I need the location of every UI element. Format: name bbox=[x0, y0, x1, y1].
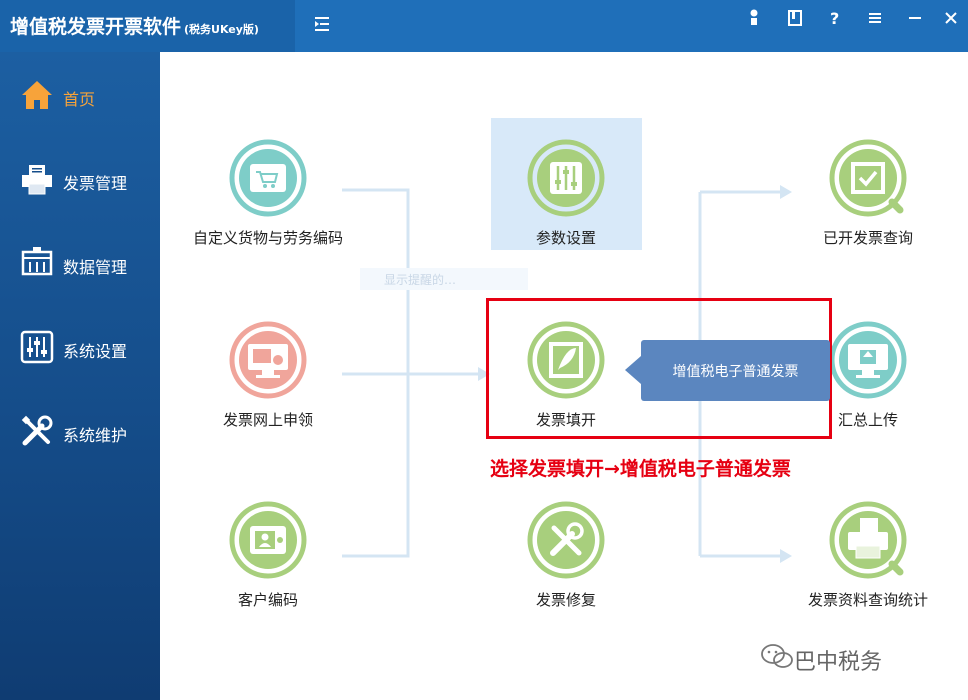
function-label: 参数设置 bbox=[535, 229, 596, 247]
function-label: 已开发票查询 bbox=[822, 229, 913, 247]
instruction-text: 选择发票填开→增值税电子普通发票 bbox=[490, 458, 791, 480]
function-label: 发票网上申领 bbox=[222, 411, 313, 429]
monitor-invoice-icon bbox=[229, 321, 307, 399]
monitor-upload-icon bbox=[829, 321, 907, 399]
sidebar-item-label: 首页 bbox=[63, 90, 96, 109]
sidebar-item-system-maintenance[interactable]: 系统维护 bbox=[0, 402, 160, 462]
home-icon bbox=[22, 81, 52, 109]
tools-icon bbox=[21, 415, 53, 446]
minimize-icon[interactable] bbox=[904, 7, 926, 29]
title-bar: 增值税发票开票软件 (税务UKey版) ? bbox=[0, 0, 968, 52]
svg-text:?: ? bbox=[830, 9, 839, 28]
main-dashboard: 显示提醒的… 自定义货物与劳务编码 发票网上申领 客户编码 参数设置 发票填开 … bbox=[160, 52, 968, 700]
watermark: 巴中税务 bbox=[794, 650, 883, 675]
title-bar-brand-area: 增值税发票开票软件 (税务UKey版) bbox=[0, 0, 295, 52]
wallet-person-icon bbox=[229, 501, 307, 579]
help-icon[interactable]: ? bbox=[824, 7, 846, 29]
sidebar: 首页 发票管理 数据管理 系统设置 系统维护 bbox=[0, 52, 160, 700]
electronic-invoice-option[interactable]: 增值税电子普通发票 bbox=[625, 340, 830, 401]
user-icon[interactable] bbox=[743, 7, 765, 29]
sidebar-item-label: 发票管理 bbox=[63, 174, 128, 193]
tools-icon bbox=[527, 501, 605, 579]
sidebar-item-home[interactable]: 首页 bbox=[0, 66, 160, 126]
wechat-icon bbox=[761, 644, 793, 668]
book-icon[interactable] bbox=[784, 7, 806, 29]
electronic-invoice-option-label: 增值税电子普通发票 bbox=[672, 364, 799, 380]
invoice-repair-button[interactable]: 发票修复 bbox=[491, 500, 641, 611]
data-icon bbox=[21, 247, 53, 276]
ghost-hint: 显示提醒的… bbox=[360, 268, 528, 290]
sliders-icon bbox=[527, 139, 605, 217]
invoice-data-statistics-button[interactable]: 发票资料查询统计 bbox=[793, 500, 943, 611]
sidebar-item-data-management[interactable]: 数据管理 bbox=[0, 234, 160, 294]
issued-invoice-query-button[interactable]: 已开发票查询 bbox=[793, 138, 943, 249]
function-label: 客户编码 bbox=[237, 591, 298, 609]
wallet-cart-icon bbox=[229, 139, 307, 217]
invoice-online-apply-button[interactable]: 发票网上申领 bbox=[193, 320, 343, 431]
customer-code-button[interactable]: 客户编码 bbox=[193, 500, 343, 611]
printer-magnifier-icon bbox=[829, 501, 907, 579]
sidebar-item-label: 系统设置 bbox=[63, 342, 128, 361]
function-label: 发票修复 bbox=[535, 591, 596, 609]
sidebar-item-label: 数据管理 bbox=[63, 258, 128, 277]
close-icon[interactable] bbox=[940, 7, 962, 29]
app-title: 增值税发票开票软件 (税务UKey版) bbox=[10, 12, 259, 39]
sidebar-item-label: 系统维护 bbox=[63, 426, 128, 445]
sliders-icon bbox=[20, 330, 54, 364]
app-title-text: 增值税发票开票软件 bbox=[10, 16, 182, 38]
function-label: 自定义货物与劳务编码 bbox=[193, 229, 344, 247]
sidebar-item-invoice-management[interactable]: 发票管理 bbox=[0, 150, 160, 210]
function-label: 发票资料查询统计 bbox=[807, 591, 928, 609]
printer-icon bbox=[22, 165, 52, 195]
collapse-menu-icon[interactable] bbox=[312, 14, 332, 34]
film-check-icon bbox=[829, 139, 907, 217]
sidebar-item-system-settings[interactable]: 系统设置 bbox=[0, 318, 160, 378]
custom-goods-code-button[interactable]: 自定义货物与劳务编码 bbox=[193, 138, 343, 249]
parameter-settings-button[interactable]: 参数设置 bbox=[491, 138, 641, 249]
app-subtitle: (税务UKey版) bbox=[184, 23, 259, 36]
menu-icon[interactable] bbox=[864, 7, 886, 29]
